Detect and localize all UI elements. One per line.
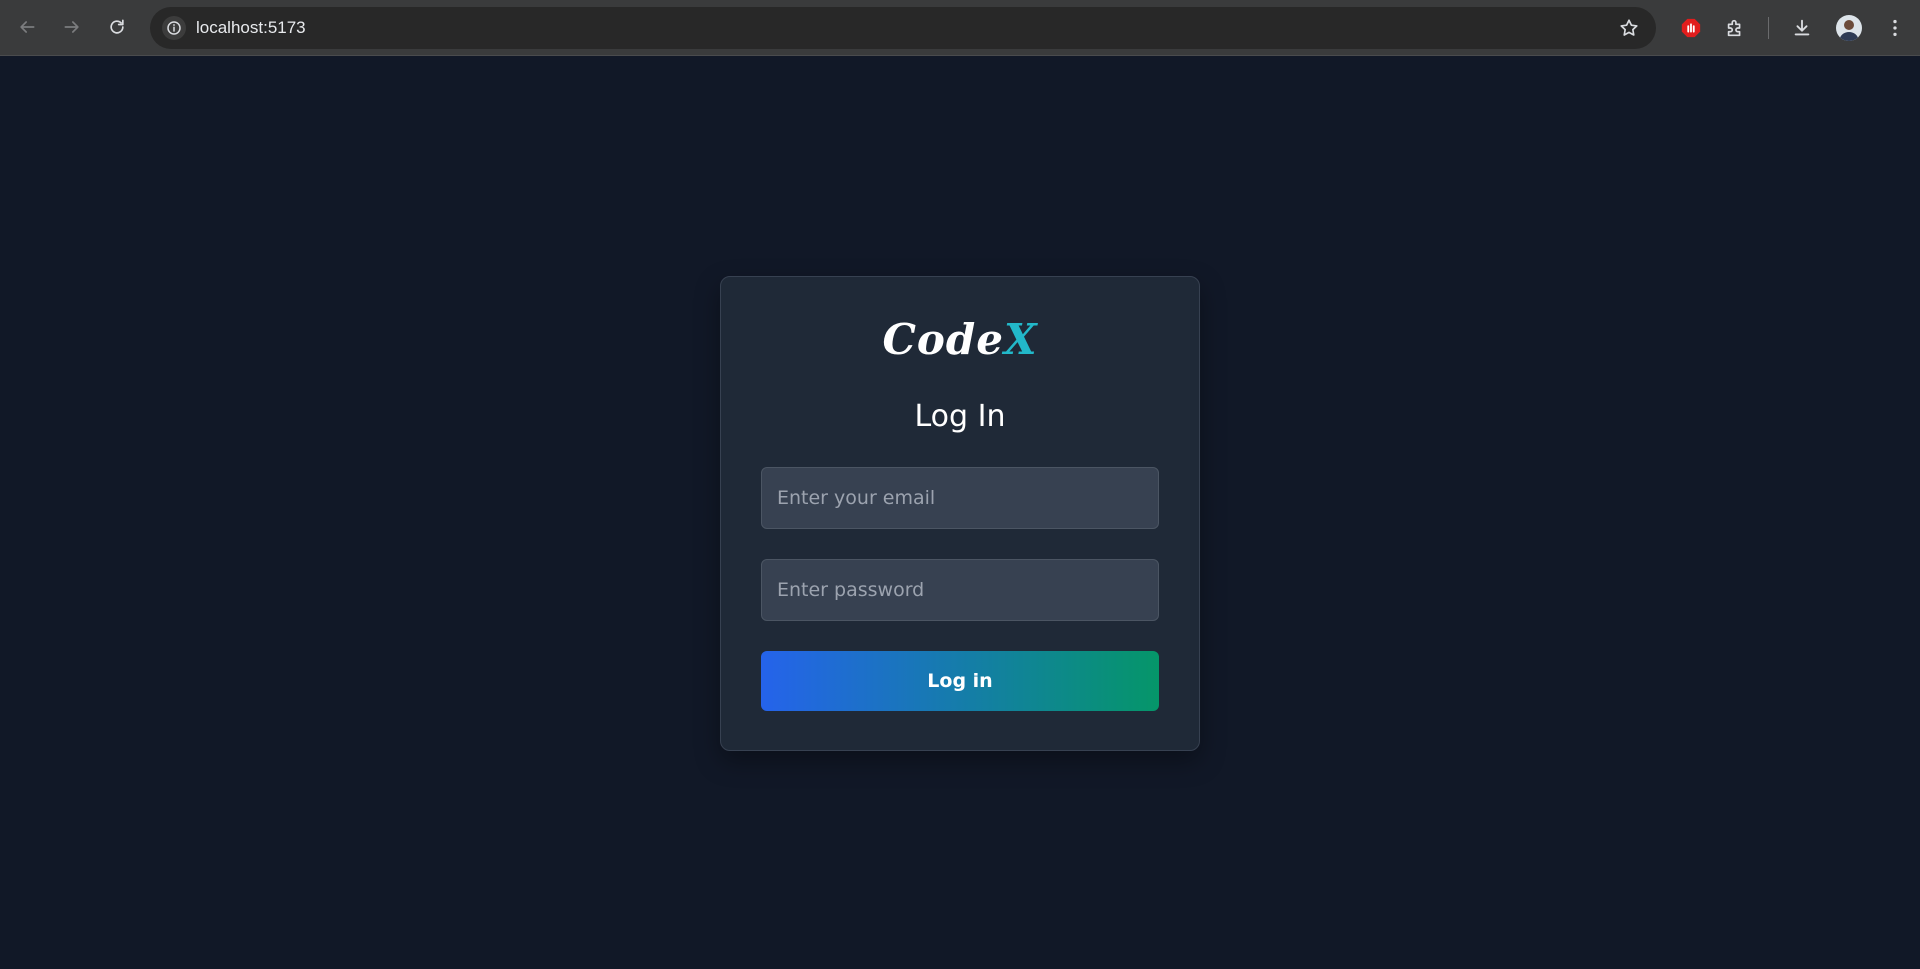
reload-button[interactable] [102, 12, 132, 42]
login-card: CodeX Log In Log in [720, 276, 1200, 751]
forward-button[interactable] [57, 12, 87, 42]
reload-icon [110, 19, 124, 34]
site-info-icon[interactable] [162, 16, 186, 40]
password-field[interactable] [761, 559, 1159, 621]
back-button[interactable] [12, 12, 42, 42]
email-field[interactable] [761, 467, 1159, 529]
forward-icon [64, 21, 79, 33]
toolbar-divider [1768, 17, 1769, 39]
codex-logo: CodeX [721, 315, 1199, 364]
profile-avatar[interactable] [1836, 15, 1862, 41]
url-text[interactable]: localhost:5173 [196, 18, 306, 38]
page-title: Log In [914, 399, 1006, 434]
back-icon [20, 21, 35, 33]
download-icon[interactable] [1789, 15, 1815, 41]
logo-accent-text: X [1003, 315, 1038, 364]
bookmark-star-icon[interactable] [1618, 17, 1640, 39]
address-bar[interactable]: localhost:5173 [150, 7, 1656, 49]
adblock-extension-icon[interactable] [1678, 15, 1704, 41]
browser-menu-icon[interactable] [1882, 15, 1908, 41]
login-button[interactable]: Log in [761, 651, 1159, 711]
browser-toolbar: localhost:5173 [0, 0, 1920, 56]
extensions-puzzle-icon[interactable] [1722, 15, 1748, 41]
logo-main-text: Code [882, 315, 1004, 364]
